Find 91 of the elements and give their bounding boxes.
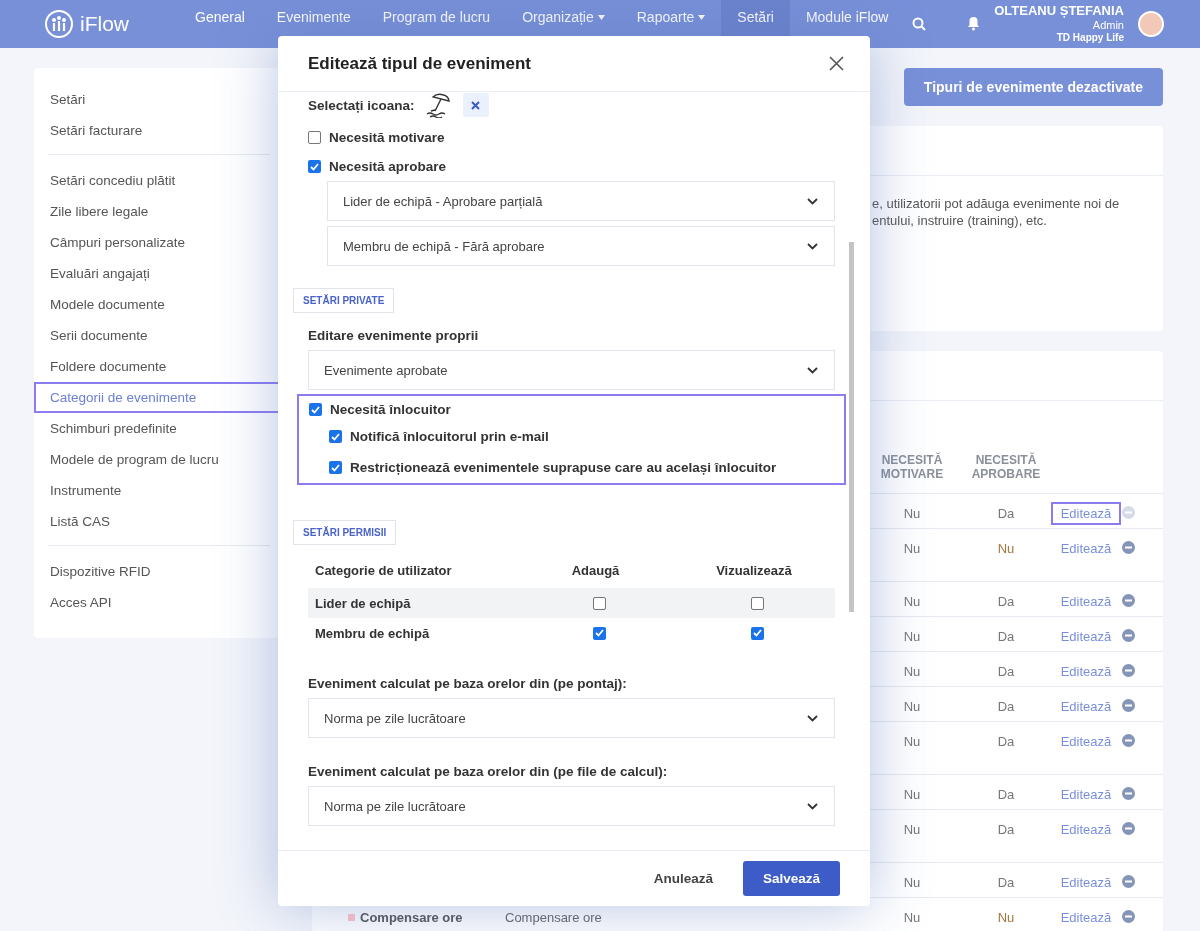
table-cell-text: Nu	[903, 734, 921, 751]
checkbox[interactable]	[309, 403, 322, 416]
logo-text: iFlow	[80, 12, 129, 36]
field-label: Editare evenimente proprii	[308, 328, 480, 343]
chevron-down-icon	[807, 366, 818, 374]
caret-icon	[698, 14, 706, 20]
checkbox[interactable]	[751, 596, 764, 610]
dropdown-select[interactable]: Evenimente aprobate	[308, 350, 835, 390]
table-cell-text: Da	[997, 629, 1015, 646]
table-cell-text: Nu	[903, 629, 921, 646]
table-cell: Lider de echipă	[315, 595, 411, 611]
search-icon[interactable]	[912, 17, 927, 31]
scrollbar[interactable]	[849, 242, 854, 612]
icon-label: Selectați icoana:	[308, 97, 415, 113]
intro-text: e, utilizatorii pot adăuga evenimente noi de	[872, 196, 1121, 211]
checkbox[interactable]	[329, 461, 342, 474]
save-button[interactable]: Salvează	[742, 861, 840, 896]
remove-icon[interactable]	[1122, 875, 1135, 888]
table-cell-text: Nu	[903, 594, 921, 611]
remove-icon[interactable]	[1122, 699, 1135, 712]
clear-icon-button[interactable]	[462, 93, 489, 117]
field-label: Eveniment calculat pe baza orelor din (pe pontaj):	[308, 676, 628, 691]
table-cell-text: Da	[997, 664, 1015, 681]
remove-icon[interactable]	[1122, 629, 1135, 642]
dropdown-select[interactable]: Norma pe zile lucrătoare	[308, 786, 835, 826]
remove-icon[interactable]	[1122, 822, 1135, 835]
checkbox-label: Necesită înlocuitor	[330, 402, 451, 417]
table-cell-text: Nu	[903, 875, 921, 892]
remove-icon[interactable]	[1122, 541, 1135, 554]
section-tag: SETĂRI PRIVATE	[293, 288, 395, 313]
column-header: NECESITĂ MOTIVARE	[879, 453, 945, 481]
column-header: Categorie de utilizator	[314, 562, 453, 580]
chevron-down-icon	[807, 197, 818, 205]
cancel-button[interactable]: Anulează	[647, 870, 719, 887]
field-label: Eveniment calculat pe baza orelor din (pe file de calcul):	[308, 764, 669, 779]
table-cell-text: Nu	[997, 910, 1015, 927]
column-header: Vizualizează	[715, 562, 793, 580]
checkbox-label: Notifică înlocuitorul prin e-mail	[350, 429, 549, 444]
table-cell-text: Da	[997, 506, 1015, 523]
close-icon	[471, 100, 481, 110]
bell-icon[interactable]	[967, 16, 981, 32]
table-cell: Membru de echipă	[315, 625, 430, 641]
dropdown-select[interactable]: Norma pe zile lucrătoare	[308, 698, 835, 738]
checkbox[interactable]	[308, 160, 321, 173]
checkbox-label: Necesită aprobare	[329, 159, 447, 174]
table-cell-text: Nu	[903, 787, 921, 804]
remove-icon[interactable]	[1122, 734, 1135, 747]
section-tag: SETĂRI PERMISII	[293, 520, 397, 545]
checkbox[interactable]	[592, 596, 606, 610]
column-header: Adaugă	[570, 562, 621, 580]
table-cell-text: Da	[997, 822, 1015, 839]
table-cell-text: Compensare ore	[505, 910, 603, 927]
logo-icon	[44, 9, 74, 39]
table-cell-text: Nu	[903, 910, 921, 927]
table-cell-text: Da	[997, 734, 1015, 751]
caret-icon	[597, 14, 605, 20]
avatar[interactable]	[1138, 11, 1164, 37]
table-cell-text: Da	[997, 875, 1015, 892]
table-cell-text: Nu	[903, 541, 921, 558]
dialog-title: Editează tipul de eveniment	[308, 53, 531, 74]
user-name: OLTEANU ȘTEFANIA	[994, 4, 1124, 20]
column-header: NECESITĂ APROBARE	[970, 453, 1042, 481]
chevron-down-icon	[807, 714, 818, 722]
table-cell-text: Nu	[903, 699, 921, 716]
close-button[interactable]	[829, 56, 844, 71]
chevron-down-icon	[807, 242, 818, 250]
checkbox[interactable]	[751, 626, 764, 640]
chevron-down-icon	[807, 802, 818, 810]
checkbox-label: Restricționează evenimentele suprapuse care au același înlocuitor	[350, 460, 777, 475]
company-name: TD Happy Life	[1056, 32, 1124, 44]
table-cell-text: Da	[997, 594, 1015, 611]
table-cell-text: Compensare ore	[360, 910, 464, 927]
remove-icon[interactable]	[1122, 664, 1135, 677]
user-role: Admin	[1092, 19, 1124, 33]
dropdown-select[interactable]: Lider de echipă - Aprobare parțială	[327, 181, 835, 221]
remove-icon[interactable]	[1122, 787, 1135, 800]
table-cell-text: Nu	[997, 541, 1015, 558]
table-cell-text: Nu	[903, 664, 921, 681]
remove-icon[interactable]	[1122, 910, 1135, 923]
checkbox-label: Necesită motivare	[329, 130, 445, 145]
checkbox[interactable]	[592, 626, 606, 640]
table-cell-text: Da	[997, 787, 1015, 804]
table-cell-text: Da	[997, 699, 1015, 716]
checkbox[interactable]	[329, 430, 342, 443]
dropdown-select[interactable]: Membru de echipă - Fără aprobare	[327, 226, 835, 266]
table-cell-text: Nu	[903, 506, 921, 523]
table-cell-text: Nu	[903, 822, 921, 839]
intro-text: entului, instruire (training), etc.	[872, 213, 1048, 228]
remove-icon[interactable]	[1122, 594, 1135, 607]
beach-umbrella-icon[interactable]	[424, 92, 453, 118]
checkbox[interactable]	[308, 131, 321, 144]
